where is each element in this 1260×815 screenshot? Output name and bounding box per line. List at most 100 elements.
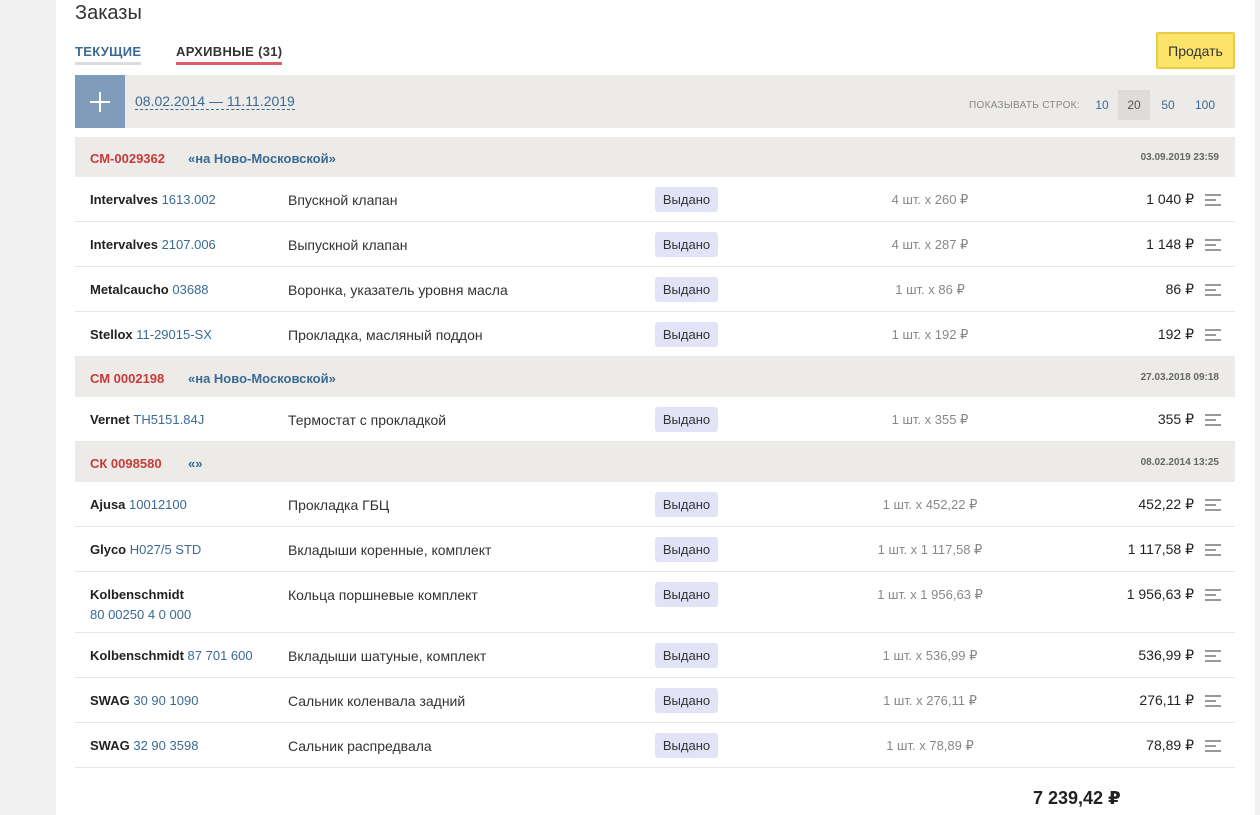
order-header: СМ 0002198 «на Ново-Московской» 27.03.2018… xyxy=(75,357,1235,397)
item-sum: 536,99 ₽ xyxy=(1138,647,1194,663)
menu-icon[interactable] xyxy=(1205,589,1221,601)
item-brand: SWAG xyxy=(90,693,130,708)
item-quantity-price: 1 шт. x 276,11 ₽ xyxy=(883,693,977,708)
status-badge: Выдано xyxy=(655,407,718,432)
status-badge: Выдано xyxy=(655,643,718,668)
item-brand-cell: Stellox 11-29015-SX xyxy=(90,325,280,345)
add-filter-button[interactable] xyxy=(75,75,125,128)
order-date: 08.02.2014 13:25 xyxy=(1140,457,1219,468)
menu-icon[interactable] xyxy=(1205,414,1221,426)
menu-icon[interactable] xyxy=(1205,695,1221,707)
orders-table: СМ-0029362 «на Ново-Московской» 03.09.2019… xyxy=(75,137,1235,768)
status-badge: Выдано xyxy=(655,187,718,212)
item-brand: SWAG xyxy=(90,738,130,753)
item-quantity-price: 1 шт. x 452,22 ₽ xyxy=(882,497,978,512)
item-brand: Kolbenschmidt xyxy=(90,648,184,663)
item-brand: Kolbenschmidt xyxy=(90,587,184,602)
item-quantity-price: 1 шт. x 536,99 ₽ xyxy=(882,648,978,663)
item-sum: 78,89 ₽ xyxy=(1146,737,1194,753)
order-number[interactable]: СМ-0029362 xyxy=(90,151,165,166)
item-code[interactable]: TH5151.84J xyxy=(133,412,204,427)
rows-option-20[interactable]: 20 xyxy=(1118,90,1150,120)
item-code[interactable]: 10012100 xyxy=(129,497,187,512)
menu-icon[interactable] xyxy=(1205,329,1221,341)
item-sum: 452,22 ₽ xyxy=(1138,496,1194,512)
order-item-row: Vernet TH5151.84J Термостат с прокладкой В… xyxy=(75,397,1235,442)
item-sum: 1 956,63 ₽ xyxy=(1126,586,1194,602)
item-description: Прокладка ГБЦ xyxy=(288,497,390,513)
item-quantity-price: 4 шт. x 260 ₽ xyxy=(891,192,969,207)
tab-archive[interactable]: АРХИВНЫЕ (31) xyxy=(176,44,283,65)
order-store: «» xyxy=(188,456,203,471)
order-item-row: Intervalves 2107.006 Выпускной клапан Выда… xyxy=(75,222,1235,267)
filter-bar: 08.02.2014 — 11.11.2019 ПОКАЗЫВАТЬ СТРОК… xyxy=(75,75,1235,128)
order-store: «на Ново-Московской» xyxy=(188,371,336,386)
item-brand-cell: Glyco H027/5 STD xyxy=(90,540,280,560)
item-description: Прокладка, масляный поддон xyxy=(288,327,483,343)
item-brand: Vernet xyxy=(90,412,130,427)
item-brand-cell: SWAG 32 90 3598 xyxy=(90,736,280,756)
menu-icon[interactable] xyxy=(1205,544,1221,556)
sell-button[interactable]: Продать xyxy=(1156,32,1235,69)
item-code[interactable]: 11-29015-SX xyxy=(136,327,212,342)
order-item-row: SWAG 32 90 3598 Сальник распредвала Выдано… xyxy=(75,723,1235,768)
status-badge: Выдано xyxy=(655,582,718,607)
item-quantity-price: 1 шт. x 86 ₽ xyxy=(895,282,965,297)
item-code[interactable]: 30 90 1090 xyxy=(133,693,198,708)
status-badge: Выдано xyxy=(655,537,718,562)
order-store: «на Ново-Московской» xyxy=(188,151,336,166)
order-number[interactable]: СК 0098580 xyxy=(90,456,162,471)
item-brand: Glyco xyxy=(90,542,127,557)
item-description: Выпускной клапан xyxy=(288,237,408,253)
rows-per-page-label: ПОКАЗЫВАТЬ СТРОК: xyxy=(969,100,1080,111)
order-date: 27.03.2018 09:18 xyxy=(1140,372,1219,383)
plus-icon xyxy=(90,91,110,112)
item-code[interactable]: 80 00250 4 0 000 xyxy=(90,607,191,622)
item-brand: Ajusa xyxy=(90,497,126,512)
status-badge: Выдано xyxy=(655,492,718,517)
order-item-row: Kolbenschmidt 80 00250 4 0 000 Кольца порш… xyxy=(75,572,1235,633)
item-code[interactable]: 1613.002 xyxy=(162,192,216,207)
item-description: Воронка, указатель уровня масла xyxy=(288,282,508,298)
rows-option-10[interactable]: 10 xyxy=(1091,90,1113,120)
page-title: Заказы xyxy=(75,2,142,24)
item-sum: 355 ₽ xyxy=(1157,411,1194,427)
date-range-picker[interactable]: 08.02.2014 — 11.11.2019 xyxy=(135,93,295,110)
item-brand-cell: Intervalves 2107.006 xyxy=(90,235,280,255)
tab-current[interactable]: ТЕКУЩИЕ xyxy=(75,44,142,65)
status-badge: Выдано xyxy=(655,232,718,257)
item-code[interactable]: 03688 xyxy=(172,282,208,297)
item-code[interactable]: H027/5 STD xyxy=(130,542,202,557)
menu-icon[interactable] xyxy=(1205,239,1221,251)
menu-icon[interactable] xyxy=(1205,499,1221,511)
item-sum: 192 ₽ xyxy=(1157,326,1194,342)
menu-icon[interactable] xyxy=(1205,284,1221,296)
menu-icon[interactable] xyxy=(1205,740,1221,752)
item-code[interactable]: 2107.006 xyxy=(162,237,216,252)
status-badge: Выдано xyxy=(655,688,718,713)
order-header: СК 0098580 «» 08.02.2014 13:25 xyxy=(75,442,1235,482)
item-brand-cell: Metalcaucho 03688 xyxy=(90,280,280,300)
item-quantity-price: 1 шт. x 1 956,63 ₽ xyxy=(877,587,983,602)
menu-icon[interactable] xyxy=(1205,194,1221,206)
order-header: СМ-0029362 «на Ново-Московской» 03.09.2019… xyxy=(75,137,1235,177)
rows-option-50[interactable]: 50 xyxy=(1155,90,1181,120)
menu-icon[interactable] xyxy=(1205,650,1221,662)
order-item-row: Ajusa 10012100 Прокладка ГБЦ Выдано 1 шт. x… xyxy=(75,482,1235,527)
order-item-row: Stellox 11-29015-SX Прокладка, масляный п… xyxy=(75,312,1235,357)
item-description: Сальник распредвала xyxy=(288,738,432,754)
item-description: Вкладыши шатуные, комплект xyxy=(288,648,487,664)
order-number[interactable]: СМ 0002198 xyxy=(90,371,164,386)
item-brand: Stellox xyxy=(90,327,133,342)
order-date: 03.09.2019 23:59 xyxy=(1140,152,1219,163)
rows-option-100[interactable]: 100 xyxy=(1189,90,1221,120)
item-brand-cell: SWAG 30 90 1090 xyxy=(90,691,280,711)
item-brand: Metalcaucho xyxy=(90,282,169,297)
item-brand-cell: Vernet TH5151.84J xyxy=(90,410,280,430)
item-code[interactable]: 87 701 600 xyxy=(188,648,253,663)
item-description: Кольца поршневые комплект xyxy=(288,587,478,603)
item-brand: Intervalves xyxy=(90,237,158,252)
order-item-row: Intervalves 1613.002 Впускной клапан Выдан… xyxy=(75,177,1235,222)
item-brand-cell: Ajusa 10012100 xyxy=(90,495,280,515)
item-code[interactable]: 32 90 3598 xyxy=(133,738,198,753)
